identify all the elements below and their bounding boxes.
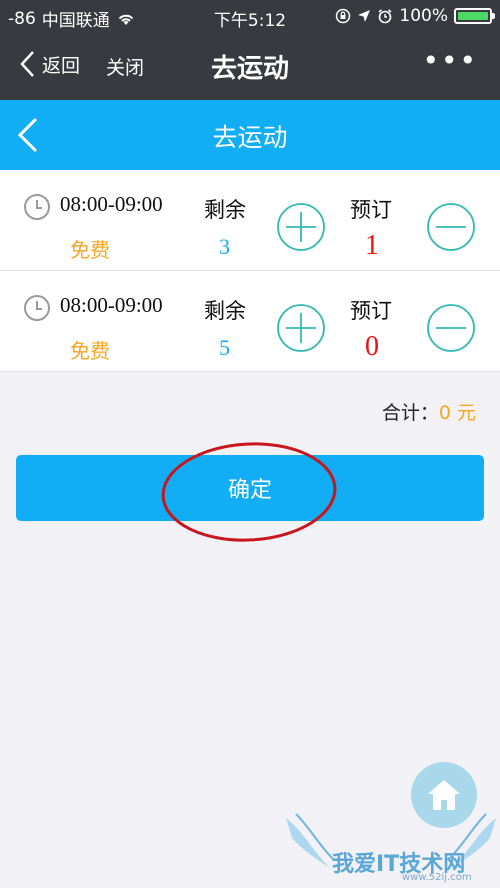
watermark: 我爱IT技术网 www.52ij.com bbox=[282, 810, 500, 888]
slot-time: 08:00-09:00 bbox=[60, 192, 163, 216]
order-label: 预订 bbox=[350, 198, 392, 222]
total-label: 合计： bbox=[381, 402, 439, 424]
watermark-url: www.52ij.com bbox=[402, 872, 472, 883]
slot-price: 免费 bbox=[70, 238, 110, 262]
remaining-label: 剩余 bbox=[204, 198, 246, 222]
remaining-count: 3 bbox=[219, 234, 230, 259]
remaining-label: 剩余 bbox=[204, 299, 246, 323]
time-slot-list: 08:00-09:00 免费 剩余 3 预订 1 08:00-09:00 免费 … bbox=[0, 170, 500, 372]
plus-button[interactable] bbox=[276, 202, 326, 252]
home-icon bbox=[428, 780, 460, 810]
rotation-lock-icon bbox=[336, 8, 351, 24]
order-count: 1 bbox=[365, 230, 379, 261]
status-right: 100% bbox=[335, 6, 495, 26]
slot-time: 08:00-09:00 bbox=[60, 293, 163, 317]
status-bar: -86 中国联通 下午5:12 100% bbox=[0, 0, 500, 32]
more-button[interactable]: ••• bbox=[422, 44, 478, 77]
plus-button[interactable] bbox=[276, 303, 326, 353]
clock-icon bbox=[24, 295, 50, 321]
clock-icon bbox=[24, 194, 50, 220]
location-icon bbox=[358, 10, 371, 22]
header-title: 去运动 bbox=[212, 123, 288, 152]
app-header: 去运动 bbox=[0, 100, 500, 170]
order-count: 0 bbox=[365, 331, 379, 362]
minus-button[interactable] bbox=[426, 202, 476, 252]
wechat-nav-bar: 返回 关闭 去运动 ••• bbox=[0, 32, 500, 100]
list-item: 08:00-09:00 免费 剩余 3 预订 1 bbox=[0, 170, 500, 271]
total-summary: 合计：0 元 bbox=[382, 398, 476, 425]
remaining-count: 5 bbox=[219, 335, 230, 360]
highlight-ellipse bbox=[161, 442, 337, 542]
alarm-icon bbox=[378, 9, 392, 24]
battery-icon bbox=[454, 8, 495, 24]
minus-button[interactable] bbox=[426, 303, 476, 353]
slot-price: 免费 bbox=[70, 339, 110, 363]
list-item: 08:00-09:00 免费 剩余 5 预订 0 bbox=[0, 271, 500, 372]
total-amount: 0 元 bbox=[438, 402, 476, 424]
order-label: 预订 bbox=[350, 299, 392, 323]
battery-percent: 100% bbox=[399, 6, 448, 26]
